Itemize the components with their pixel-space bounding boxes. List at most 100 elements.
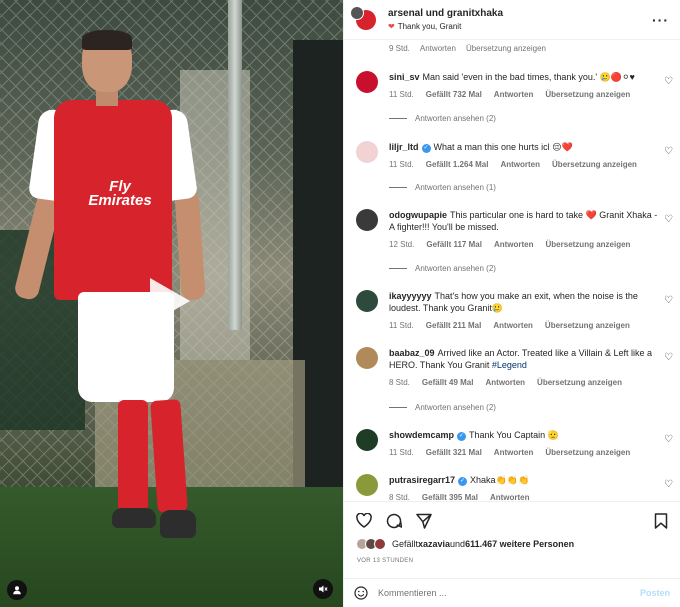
comment-time: 12 Std. <box>389 240 415 249</box>
translate-button[interactable]: Übersetzung anzeigen <box>537 377 622 389</box>
player-sock-left <box>118 400 148 512</box>
likes-summary[interactable]: Gefällt xazavia und 611.467 weitere Pers… <box>356 538 574 550</box>
heart-outline-icon[interactable] <box>356 513 372 528</box>
verified-badge-icon: ✓ <box>458 477 468 486</box>
post-timestamp: VOR 13 STUNDEN <box>357 558 414 564</box>
heart-icon: ❤ <box>388 22 395 31</box>
translate-button[interactable]: Übersetzung anzeigen <box>545 89 630 101</box>
commenter-avatar[interactable] <box>356 290 378 312</box>
comment-time: 11 Std. <box>389 321 414 330</box>
view-replies-label: Antworten ansehen (1) <box>415 183 496 192</box>
divider <box>389 187 407 188</box>
liker-avatars <box>356 538 386 550</box>
likes-middle: und <box>450 539 466 549</box>
comment-time: 9 Std. <box>389 44 410 53</box>
view-replies-label: Antworten ansehen (2) <box>415 114 496 123</box>
comment-like-count[interactable]: Gefällt 49 Mal <box>422 377 474 389</box>
play-icon[interactable] <box>150 278 190 324</box>
reply-button[interactable]: Antworten <box>500 159 540 171</box>
author-avatar[interactable] <box>350 5 376 30</box>
smiley-icon[interactable] <box>354 586 368 600</box>
post-authors[interactable]: arsenal und granitxhaka <box>388 8 652 19</box>
comment-item: baabaz_09 Arrived like an Actor. Treated … <box>356 347 678 389</box>
verified-badge-icon: ✓ <box>457 432 467 441</box>
heart-outline-icon[interactable]: ♡ <box>664 479 673 490</box>
translate-button[interactable]: Übersetzung anzeigen <box>545 447 630 459</box>
verified-badge-icon: ✓ <box>421 144 431 153</box>
translate-button[interactable]: Übersetzung anzeigen <box>552 159 637 171</box>
player-boot-right <box>160 510 196 538</box>
post-button[interactable]: Posten <box>640 588 670 598</box>
more-options-button[interactable]: ··· <box>652 12 669 28</box>
comment-like-count[interactable]: Gefällt 732 Mal <box>426 89 482 101</box>
comment-icon[interactable] <box>386 513 402 529</box>
comment-text: What a man this one hurts icl 😔❤️ <box>433 142 573 152</box>
reply-button[interactable]: Antworten <box>493 320 533 332</box>
comment-time: 8 Std. <box>389 378 410 387</box>
hashtag-link[interactable]: #Legend <box>492 360 527 370</box>
comment-input[interactable] <box>378 588 630 598</box>
heart-outline-icon[interactable]: ♡ <box>664 76 673 87</box>
commenter-avatar[interactable] <box>356 347 378 369</box>
translate-button[interactable]: Übersetzung anzeigen <box>545 320 630 332</box>
speaker-muted-icon <box>319 585 328 593</box>
commenter-username[interactable]: showdemcamp <box>389 430 454 440</box>
reply-button[interactable]: Antworten <box>485 377 525 389</box>
background-pole <box>228 0 242 330</box>
comment-like-count[interactable]: Gefällt 211 Mal <box>426 320 482 332</box>
commenter-avatar[interactable] <box>356 474 378 496</box>
liker-username[interactable]: xazavia <box>418 539 450 549</box>
comment-list[interactable]: 9 Std. Antworten Übersetzung anzeigen si… <box>344 40 680 500</box>
view-replies-button[interactable]: Antworten ansehen (2) <box>389 114 496 123</box>
commenter-username[interactable]: baabaz_09 <box>389 348 435 358</box>
post-header: arsenal und granitxhaka ❤ Thank you, Gra… <box>344 0 680 40</box>
video-player[interactable]: Fly Emirates <box>0 0 343 607</box>
commenter-avatar[interactable] <box>356 429 378 451</box>
commenter-username[interactable]: sini_sv <box>389 72 420 82</box>
view-replies-button[interactable]: Antworten ansehen (2) <box>389 264 496 273</box>
reply-button[interactable]: Antworten <box>490 492 530 500</box>
commenter-username[interactable]: liljr_ltd <box>389 142 419 152</box>
user-icon <box>13 586 21 595</box>
reply-button[interactable]: Antworten <box>494 447 534 459</box>
comment-like-count[interactable]: Gefällt 321 Mal <box>426 447 482 459</box>
comment-item: ikayyyyyy That's how you make an exit, wh… <box>356 290 678 332</box>
mute-button[interactable] <box>313 579 333 599</box>
comment-text: Man said 'even in the bad times, thank y… <box>422 72 635 82</box>
divider <box>389 407 407 408</box>
comment-like-count[interactable]: Gefällt 117 Mal <box>426 239 482 251</box>
comment-item: showdemcamp ✓ Thank You Captain 🫡 11 Std. … <box>356 429 678 459</box>
view-replies-button[interactable]: Antworten ansehen (2) <box>389 403 496 412</box>
view-replies-button[interactable]: Antworten ansehen (1) <box>389 183 496 192</box>
user-tag-button[interactable] <box>7 580 27 600</box>
heart-outline-icon[interactable]: ♡ <box>664 434 673 445</box>
likes-prefix: Gefällt <box>392 539 419 549</box>
bookmark-icon[interactable] <box>654 512 668 529</box>
comment-item: putrasiregarr17 ✓ Xhaka👏👏👏 8 Std. Gefällt … <box>356 474 678 500</box>
player-boot-left <box>112 508 156 528</box>
commenter-avatar[interactable] <box>356 71 378 93</box>
comment-like-count[interactable]: Gefällt 395 Mal <box>422 492 478 500</box>
likes-count[interactable]: 611.467 weitere Personen <box>465 539 574 549</box>
coauthor-avatar[interactable] <box>350 5 364 20</box>
translate-button[interactable]: Übersetzung anzeigen <box>466 44 546 53</box>
commenter-avatar[interactable] <box>356 209 378 231</box>
commenter-username[interactable]: putrasiregarr17 <box>389 475 455 485</box>
commenter-username[interactable]: odogwupapie <box>389 210 447 220</box>
comment-like-count[interactable]: Gefällt 1.264 Mal <box>426 159 489 171</box>
reply-button[interactable]: Antworten <box>420 44 456 53</box>
commenter-avatar[interactable] <box>356 141 378 163</box>
comment-item: sini_sv Man said 'even in the bad times, … <box>356 71 678 101</box>
heart-outline-icon[interactable]: ♡ <box>664 146 673 157</box>
reply-button[interactable]: Antworten <box>494 239 534 251</box>
commenter-username[interactable]: ikayyyyyy <box>389 291 432 301</box>
audio-caption-text: Thank you, Granit <box>397 22 462 31</box>
comment-text: Thank You Captain 🫡 <box>469 430 559 440</box>
heart-outline-icon[interactable]: ♡ <box>664 295 673 306</box>
send-icon[interactable] <box>416 513 432 529</box>
audio-caption[interactable]: ❤ Thank you, Granit <box>388 22 652 31</box>
heart-outline-icon[interactable]: ♡ <box>664 352 673 363</box>
reply-button[interactable]: Antworten <box>494 89 534 101</box>
heart-outline-icon[interactable]: ♡ <box>664 214 673 225</box>
translate-button[interactable]: Übersetzung anzeigen <box>546 239 631 251</box>
